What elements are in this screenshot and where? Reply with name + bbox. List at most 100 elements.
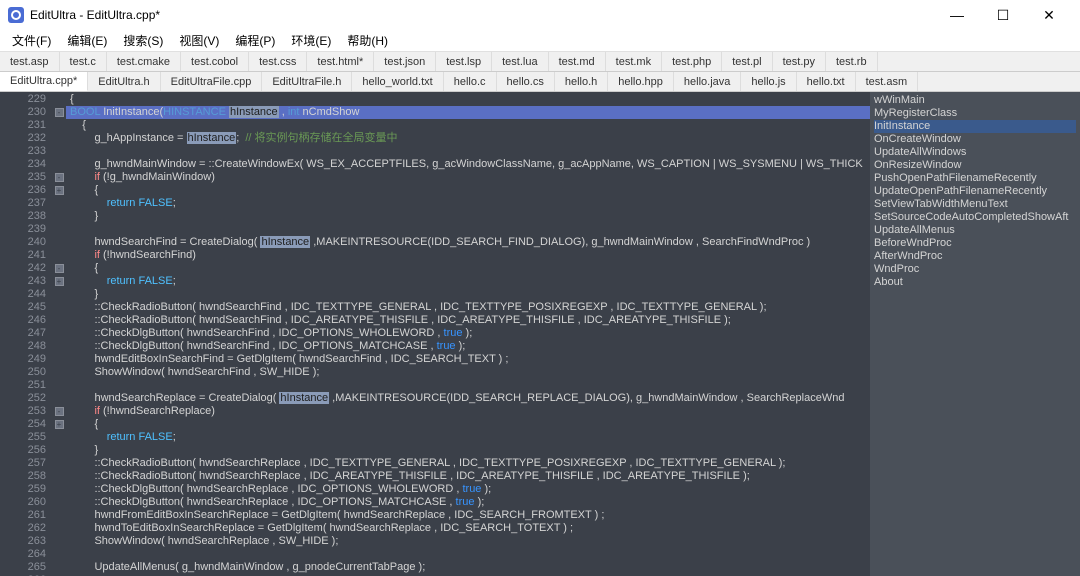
fold-marker[interactable] bbox=[52, 379, 66, 392]
code-line[interactable]: g_hwndMainWindow = ::CreateWindowEx( WS_… bbox=[66, 158, 870, 171]
tab-test.rb[interactable]: test.rb bbox=[826, 52, 878, 71]
code-line[interactable]: hwndEditBoxInSearchFind = GetDlgItem( hw… bbox=[66, 353, 870, 366]
tab-test.md[interactable]: test.md bbox=[549, 52, 606, 71]
tab-test.lsp[interactable]: test.lsp bbox=[436, 52, 492, 71]
outline-item-BeforeWndProc[interactable]: BeforeWndProc bbox=[874, 237, 1076, 250]
code-line[interactable]: BOOL InitInstance(HINSTANCE hInstance , … bbox=[66, 106, 870, 119]
fold-marker[interactable] bbox=[52, 223, 66, 236]
code-line[interactable] bbox=[66, 379, 870, 392]
fold-marker[interactable] bbox=[52, 210, 66, 223]
code-line[interactable] bbox=[66, 548, 870, 561]
tab-test.py[interactable]: test.py bbox=[773, 52, 826, 71]
fold-marker[interactable] bbox=[52, 522, 66, 535]
code-line[interactable]: if (!g_hwndMainWindow) bbox=[66, 171, 870, 184]
code-line[interactable] bbox=[66, 145, 870, 158]
fold-marker[interactable] bbox=[52, 132, 66, 145]
menu-编辑(E)[interactable]: 编辑(E) bbox=[59, 30, 115, 51]
fold-marker[interactable] bbox=[52, 496, 66, 509]
outline-item-WndProc[interactable]: WndProc bbox=[874, 263, 1076, 276]
fold-marker[interactable]: - bbox=[52, 171, 66, 184]
code-line[interactable]: if (!hwndSearchReplace) bbox=[66, 405, 870, 418]
menu-视图(V)[interactable]: 视图(V) bbox=[171, 30, 227, 51]
minimize-button[interactable]: — bbox=[934, 0, 980, 30]
fold-marker[interactable] bbox=[52, 197, 66, 210]
editor-pane[interactable]: 2292302312322332342352362372382392402412… bbox=[0, 92, 870, 576]
fold-marker[interactable] bbox=[52, 327, 66, 340]
tab-test.mk[interactable]: test.mk bbox=[606, 52, 662, 71]
fold-marker[interactable] bbox=[52, 470, 66, 483]
code-line[interactable] bbox=[66, 223, 870, 236]
fold-marker[interactable]: + bbox=[52, 418, 66, 431]
menu-搜索(S)[interactable]: 搜索(S) bbox=[115, 30, 171, 51]
fold-marker[interactable] bbox=[52, 483, 66, 496]
outline-item-OnCreateWindow[interactable]: OnCreateWindow bbox=[874, 133, 1076, 146]
fold-marker[interactable] bbox=[52, 561, 66, 574]
code-line[interactable]: ::CheckRadioButton( hwndSearchFind , IDC… bbox=[66, 301, 870, 314]
fold-marker[interactable] bbox=[52, 93, 66, 106]
fold-marker[interactable] bbox=[52, 301, 66, 314]
fold-marker[interactable] bbox=[52, 431, 66, 444]
menu-文件(F)[interactable]: 文件(F) bbox=[4, 30, 59, 51]
tab-hello_world.txt[interactable]: hello_world.txt bbox=[352, 72, 443, 91]
tab-hello.cs[interactable]: hello.cs bbox=[497, 72, 555, 91]
code-line[interactable]: { bbox=[66, 184, 870, 197]
code-line[interactable]: ::CheckRadioButton( hwndSearchReplace , … bbox=[66, 470, 870, 483]
tab-hello.java[interactable]: hello.java bbox=[674, 72, 741, 91]
fold-marker[interactable] bbox=[52, 444, 66, 457]
tab-hello.txt[interactable]: hello.txt bbox=[797, 72, 856, 91]
code-line[interactable]: ::CheckRadioButton( hwndSearchReplace , … bbox=[66, 457, 870, 470]
tab-test.lua[interactable]: test.lua bbox=[492, 52, 548, 71]
maximize-button[interactable]: ☐ bbox=[980, 0, 1026, 30]
code-line[interactable]: hwndToEditBoxInSearchReplace = GetDlgIte… bbox=[66, 522, 870, 535]
code-line[interactable]: return FALSE; bbox=[66, 197, 870, 210]
outline-item-MyRegisterClass[interactable]: MyRegisterClass bbox=[874, 107, 1076, 120]
code-line[interactable]: hwndSearchFind = CreateDialog( hInstance… bbox=[66, 236, 870, 249]
tab-EditUltraFile.h[interactable]: EditUltraFile.h bbox=[262, 72, 352, 91]
tab-test.php[interactable]: test.php bbox=[662, 52, 722, 71]
outline-item-UpdateAllWindows[interactable]: UpdateAllWindows bbox=[874, 146, 1076, 159]
code-line[interactable]: return FALSE; bbox=[66, 275, 870, 288]
outline-item-PushOpenPathFilenameRecently[interactable]: PushOpenPathFilenameRecently bbox=[874, 172, 1076, 185]
tab-test.asp[interactable]: test.asp bbox=[0, 52, 60, 71]
tab-test.css[interactable]: test.css bbox=[249, 52, 307, 71]
tab-test.asm[interactable]: test.asm bbox=[856, 72, 919, 91]
code-line[interactable]: g_hAppInstance = hInstance; // 将实例句柄存储在全… bbox=[66, 132, 870, 145]
outline-item-InitInstance[interactable]: InitInstance bbox=[874, 120, 1076, 133]
code-line[interactable]: } bbox=[66, 210, 870, 223]
fold-marker[interactable]: - bbox=[52, 106, 66, 119]
tab-EditUltraFile.cpp[interactable]: EditUltraFile.cpp bbox=[161, 72, 263, 91]
code-line[interactable]: } bbox=[66, 444, 870, 457]
outline-item-SetViewTabWidthMenuText[interactable]: SetViewTabWidthMenuText bbox=[874, 198, 1076, 211]
code-line[interactable]: ShowWindow( hwndSearchFind , SW_HIDE ); bbox=[66, 366, 870, 379]
fold-marker[interactable] bbox=[52, 119, 66, 132]
tab-hello.c[interactable]: hello.c bbox=[444, 72, 497, 91]
outline-item-AfterWndProc[interactable]: AfterWndProc bbox=[874, 250, 1076, 263]
outline-item-SetSourceCodeAutoCompletedShowAft[interactable]: SetSourceCodeAutoCompletedShowAft bbox=[874, 211, 1076, 224]
code-line[interactable]: { bbox=[66, 262, 870, 275]
outline-item-OnResizeWindow[interactable]: OnResizeWindow bbox=[874, 159, 1076, 172]
fold-marker[interactable] bbox=[52, 340, 66, 353]
tab-test.c[interactable]: test.c bbox=[60, 52, 107, 71]
tab-hello.js[interactable]: hello.js bbox=[741, 72, 796, 91]
code-area[interactable]: {BOOL InitInstance(HINSTANCE hInstance ,… bbox=[66, 92, 870, 576]
fold-marker[interactable]: + bbox=[52, 184, 66, 197]
tab-test.pl[interactable]: test.pl bbox=[722, 52, 772, 71]
outline-item-UpdateAllMenus[interactable]: UpdateAllMenus bbox=[874, 224, 1076, 237]
code-line[interactable]: { bbox=[66, 93, 870, 106]
fold-marker[interactable] bbox=[52, 145, 66, 158]
code-line[interactable]: return FALSE; bbox=[66, 431, 870, 444]
fold-marker[interactable] bbox=[52, 509, 66, 522]
code-line[interactable]: hwndSearchReplace = CreateDialog( hInsta… bbox=[66, 392, 870, 405]
fold-marker[interactable] bbox=[52, 457, 66, 470]
fold-marker[interactable]: + bbox=[52, 275, 66, 288]
fold-marker[interactable] bbox=[52, 158, 66, 171]
outline-item-wWinMain[interactable]: wWinMain bbox=[874, 94, 1076, 107]
menu-环境(E)[interactable]: 环境(E) bbox=[283, 30, 339, 51]
tab-test.json[interactable]: test.json bbox=[374, 52, 436, 71]
menu-编程(P)[interactable]: 编程(P) bbox=[227, 30, 283, 51]
code-line[interactable]: ::CheckDlgButton( hwndSearchFind , IDC_O… bbox=[66, 340, 870, 353]
fold-marker[interactable] bbox=[52, 236, 66, 249]
fold-marker[interactable] bbox=[52, 314, 66, 327]
fold-marker[interactable] bbox=[52, 353, 66, 366]
fold-marker[interactable] bbox=[52, 535, 66, 548]
